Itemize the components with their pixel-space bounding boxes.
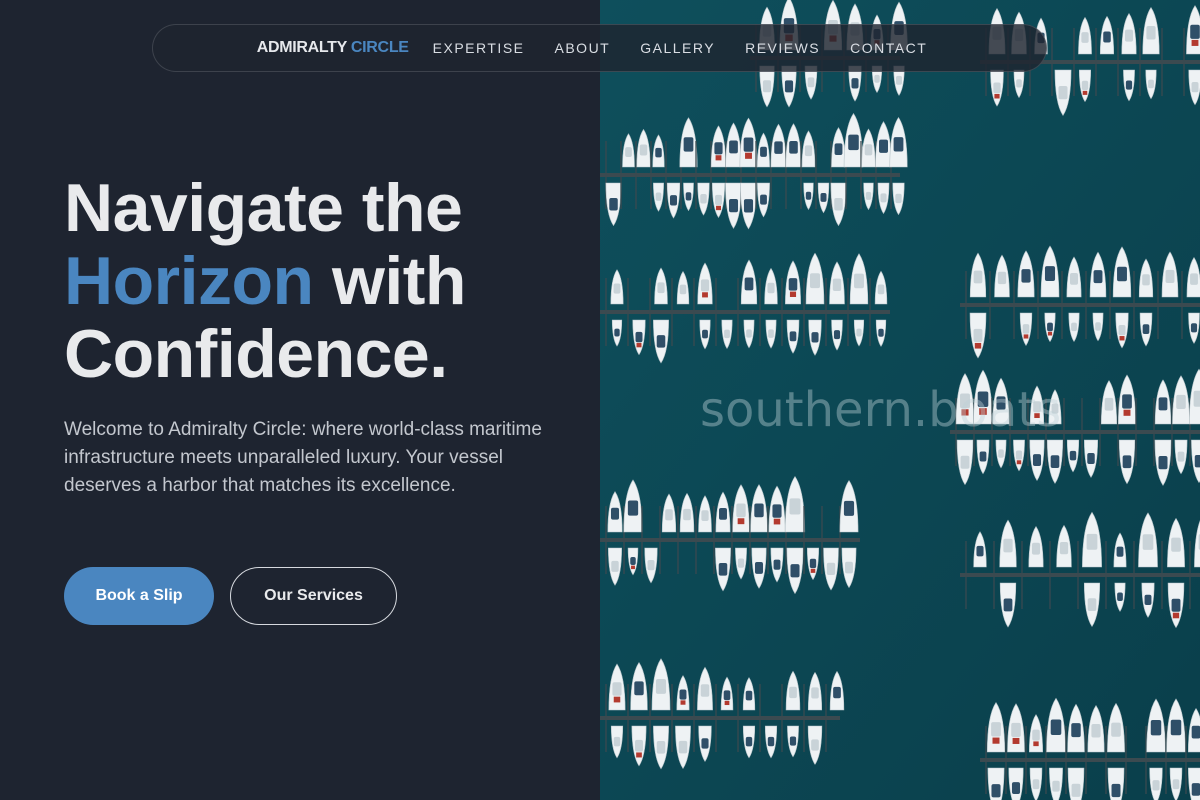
our-services-button[interactable]: Our Services — [230, 567, 397, 625]
nav-link-gallery[interactable]: GALLERY — [640, 40, 715, 56]
nav-links: EXPERTISE ABOUT GALLERY REVIEWS CONTACT — [433, 40, 943, 56]
brand-logo[interactable]: ADMIRALTY CIRCLE — [257, 39, 409, 57]
hero-title: Navigate the Horizon with Confidence. — [64, 172, 466, 391]
hero-title-line1: Navigate the — [64, 170, 463, 246]
brand-name-accent: CIRCLE — [350, 39, 409, 56]
book-slip-button[interactable]: Book a Slip — [64, 567, 214, 625]
nav-link-about[interactable]: ABOUT — [555, 40, 611, 56]
nav-link-expertise[interactable]: EXPERTISE — [433, 40, 525, 56]
hero-title-highlight: Horizon — [64, 243, 314, 319]
landing-page: Navigate the Horizon with Confidence. Welc… — [0, 0, 1200, 800]
hero-title-line2: with — [313, 243, 466, 319]
top-navigation: ADMIRALTY CIRCLE EXPERTISE ABOUT GALLERY… — [152, 24, 1047, 72]
nav-link-contact[interactable]: CONTACT — [850, 40, 927, 56]
marina-aerial-image: southern.boats — [600, 0, 1200, 800]
image-watermark: southern.boats — [700, 382, 1062, 438]
nav-link-reviews[interactable]: REVIEWS — [745, 40, 820, 56]
hero-title-line3: Confidence. — [64, 316, 448, 392]
hero-panel: Navigate the Horizon with Confidence. Welc… — [0, 0, 600, 800]
brand-name: ADMIRALTY — [256, 39, 347, 56]
hero-description: Welcome to Admiralty Circle: where world… — [64, 419, 542, 496]
